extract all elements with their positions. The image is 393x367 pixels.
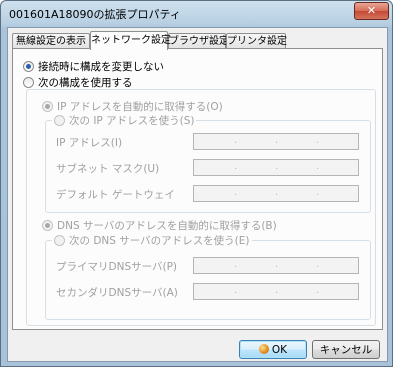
primary-dns-field[interactable]: ...	[193, 257, 359, 274]
radio-ip-auto[interactable]: IP アドレスを自動的に取得する(O)	[42, 99, 223, 114]
radio-no-change[interactable]: 接続時に構成を変更しない	[23, 59, 164, 74]
radio-ip-auto-label: IP アドレスを自動的に取得する(O)	[57, 101, 223, 113]
tab-printer-settings[interactable]: プリンタ設定	[226, 33, 287, 49]
radio-unselected-icon	[23, 77, 34, 88]
radio-selected-icon	[42, 101, 53, 112]
ok-button[interactable]: OK	[239, 340, 307, 359]
dns-server-group: 次の DNS サーバのアドレスを使う(E) プライマリDNSサーバ(P) ...…	[45, 233, 371, 320]
network-settings-panel: 接続時に構成を変更しない 次の構成を使用する IP アドレスを自動的に取得する(…	[12, 48, 383, 330]
radio-dns-auto[interactable]: DNS サーバのアドレスを自動的に取得する(B)	[42, 218, 277, 233]
tab-network-settings[interactable]: ネットワーク設定	[90, 31, 171, 50]
radio-dns-auto-label: DNS サーバのアドレスを自動的に取得する(B)	[57, 220, 277, 232]
radio-selected-icon	[42, 220, 53, 231]
properties-window: 001601A18090の拡張プロパティ ✕ 無線設定の表示 ネットワーク設定 …	[0, 0, 393, 367]
radio-use-following-label: 次の構成を使用する	[38, 77, 133, 89]
secondary-dns-field[interactable]: ...	[193, 283, 359, 300]
radio-no-change-label: 接続時に構成を変更しない	[38, 61, 164, 73]
close-button[interactable]: ✕	[354, 2, 389, 20]
radio-unselected-icon	[54, 115, 65, 126]
radio-unselected-icon	[54, 235, 65, 246]
shield-icon	[258, 344, 269, 354]
ip-address-group: 次の IP アドレスを使う(S) IP アドレス(I) ... サブネット マス…	[45, 113, 371, 213]
title-bar[interactable]: 001601A18090の拡張プロパティ ✕	[1, 1, 392, 27]
tab-wireless-settings[interactable]: 無線設定の表示	[12, 33, 90, 49]
default-gateway-field[interactable]: ...	[193, 185, 359, 202]
window-title: 001601A18090の拡張プロパティ	[9, 8, 181, 21]
cancel-button[interactable]: キャンセル	[312, 340, 380, 359]
subnet-mask-field[interactable]: ...	[193, 159, 359, 176]
default-gateway-label: デフォルト ゲートウェイ	[56, 189, 175, 201]
radio-use-following[interactable]: 次の構成を使用する	[23, 75, 133, 90]
radio-dns-manual[interactable]: 次の DNS サーバのアドレスを使う(E)	[52, 233, 252, 248]
dialog-client-area: 無線設定の表示 ネットワーク設定 ブラウザ設定 プリンタ設定 接続時に構成を変更…	[7, 27, 388, 362]
radio-ip-manual[interactable]: 次の IP アドレスを使う(S)	[52, 113, 197, 128]
configuration-group: IP アドレスを自動的に取得する(O) 次の IP アドレスを使う(S) IP …	[26, 89, 376, 326]
ok-button-label: OK	[271, 344, 288, 356]
primary-dns-label: プライマリDNSサーバ(P)	[56, 261, 178, 273]
radio-ip-manual-label: 次の IP アドレスを使う(S)	[69, 115, 195, 127]
radio-dns-manual-label: 次の DNS サーバのアドレスを使う(E)	[69, 235, 250, 247]
tab-browser-settings[interactable]: ブラウザ設定	[168, 33, 229, 49]
ip-address-label: IP アドレス(I)	[56, 137, 123, 149]
secondary-dns-label: セカンダリDNSサーバ(A)	[56, 287, 178, 299]
radio-selected-icon	[23, 61, 34, 72]
subnet-mask-label: サブネット マスク(U)	[56, 163, 160, 175]
ip-address-field[interactable]: ...	[193, 133, 359, 150]
